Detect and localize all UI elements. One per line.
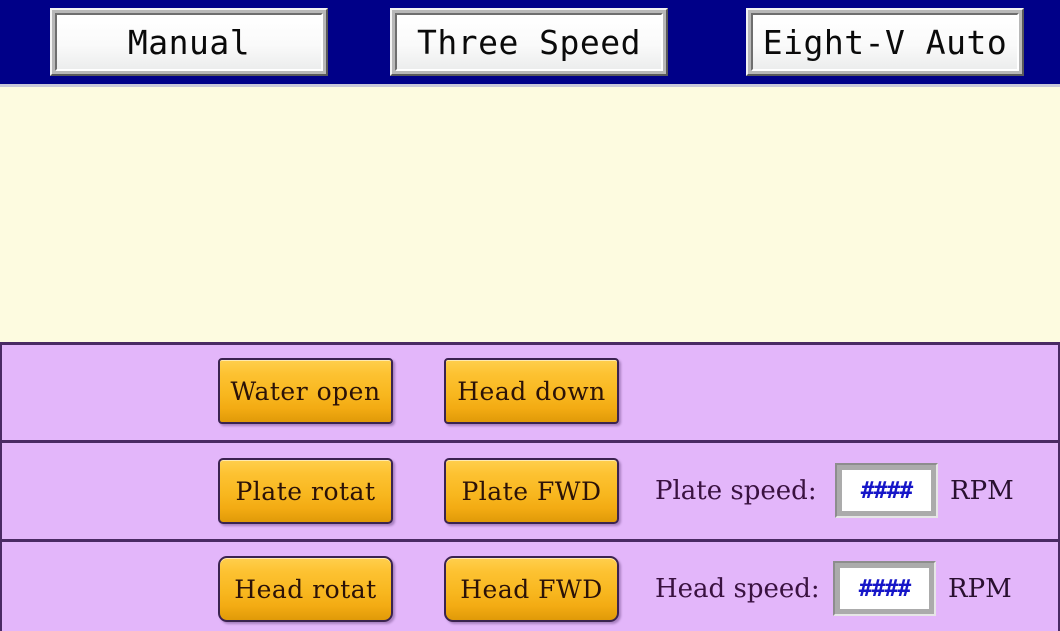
head-speed-unit: RPM bbox=[948, 574, 1012, 604]
plate-speed-label: Plate speed: bbox=[655, 476, 817, 506]
head-speed-readout[interactable]: #### bbox=[833, 561, 936, 616]
mode-button-three-speed-face: Three Speed bbox=[395, 13, 663, 71]
head-speed-readout-face: #### bbox=[840, 568, 929, 609]
water-open-button[interactable]: Water open bbox=[218, 358, 393, 424]
plate-fwd-button[interactable]: Plate FWD bbox=[444, 458, 619, 524]
head-down-button[interactable]: Head down bbox=[444, 358, 619, 424]
mode-button-manual-label: Manual bbox=[127, 22, 251, 62]
plate-rotat-button[interactable]: Plate rotat bbox=[218, 458, 393, 524]
plate-speed-unit: RPM bbox=[950, 476, 1014, 506]
mode-button-eight-v-auto-face: Eight-V Auto bbox=[751, 13, 1019, 71]
plate-fwd-button-label: Plate FWD bbox=[461, 476, 602, 506]
head-rotat-button-label: Head rotat bbox=[234, 574, 377, 604]
mode-button-eight-v-auto[interactable]: Eight-V Auto bbox=[746, 8, 1024, 76]
hmi-screen: Manual Three Speed Eight-V Auto Water op… bbox=[0, 0, 1060, 631]
mode-button-three-speed[interactable]: Three Speed bbox=[390, 8, 668, 76]
row3-left-edge bbox=[0, 542, 2, 631]
status-display-panel bbox=[0, 87, 1060, 342]
control-row-water-head: Water open Head down bbox=[0, 345, 1060, 440]
water-open-button-label: Water open bbox=[230, 376, 381, 406]
mode-button-manual-face: Manual bbox=[55, 13, 323, 71]
control-row-plate: Plate rotat Plate FWD Plate speed: #### … bbox=[0, 443, 1060, 539]
mode-button-manual[interactable]: Manual bbox=[50, 8, 328, 76]
head-fwd-button[interactable]: Head FWD bbox=[444, 556, 619, 622]
plate-rotat-button-label: Plate rotat bbox=[235, 476, 376, 506]
row2-left-edge bbox=[0, 443, 2, 539]
plate-speed-readout[interactable]: #### bbox=[835, 463, 938, 518]
mode-button-eight-v-auto-label: Eight-V Auto bbox=[762, 22, 1008, 62]
row1-left-edge bbox=[0, 345, 2, 440]
plate-speed-value: #### bbox=[860, 477, 913, 504]
head-speed-value: #### bbox=[858, 575, 911, 602]
head-down-button-label: Head down bbox=[457, 376, 606, 406]
control-row-head: Head rotat Head FWD Head speed: #### RPM bbox=[0, 542, 1060, 631]
head-rotat-button[interactable]: Head rotat bbox=[218, 556, 393, 622]
head-speed-label: Head speed: bbox=[655, 574, 820, 604]
plate-speed-readout-face: #### bbox=[842, 470, 931, 511]
head-fwd-button-label: Head FWD bbox=[460, 574, 603, 604]
mode-button-three-speed-label: Three Speed bbox=[416, 22, 642, 62]
